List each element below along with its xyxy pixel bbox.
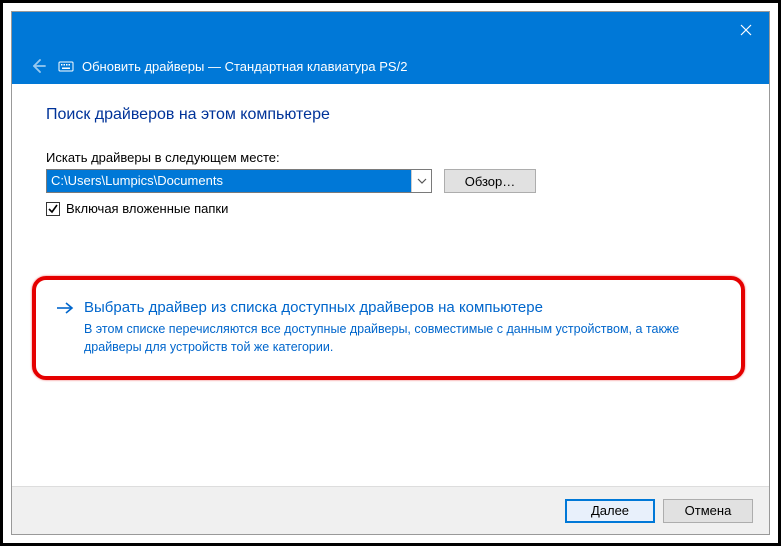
back-arrow-icon <box>28 56 48 76</box>
wizard-footer: Далее Отмена <box>12 486 769 534</box>
keyboard-icon <box>58 58 74 74</box>
next-button-label: Далее <box>591 503 629 518</box>
checkmark-icon <box>47 203 59 215</box>
include-subfolders-checkbox[interactable] <box>46 202 60 216</box>
chevron-down-icon <box>417 178 427 184</box>
pick-from-list-link[interactable]: Выбрать драйвер из списка доступных драй… <box>56 298 721 356</box>
next-button[interactable]: Далее <box>565 499 655 523</box>
driver-path-combobox[interactable]: C:\Users\Lumpics\Documents <box>46 169 432 193</box>
cancel-button[interactable]: Отмена <box>663 499 753 523</box>
combobox-dropdown-button[interactable] <box>411 170 431 192</box>
pick-from-list-title: Выбрать драйвер из списка доступных драй… <box>84 298 721 318</box>
back-button[interactable] <box>26 54 50 78</box>
pick-from-list-description: В этом списке перечисляются все доступны… <box>84 321 721 356</box>
arrow-right-icon <box>56 300 74 321</box>
annotation-highlight: Выбрать драйвер из списка доступных драй… <box>32 276 745 380</box>
wizard-header: Обновить драйверы — Стандартная клавиату… <box>12 48 769 84</box>
close-icon <box>740 24 752 36</box>
wizard-content: Поиск драйверов на этом компьютере Искат… <box>12 84 769 486</box>
browse-button[interactable]: Обзор… <box>444 169 536 193</box>
cancel-button-label: Отмена <box>685 503 732 518</box>
browse-button-label: Обзор… <box>465 174 516 189</box>
close-button[interactable] <box>723 12 769 48</box>
driver-path-value: C:\Users\Lumpics\Documents <box>47 170 411 192</box>
path-label: Искать драйверы в следующем месте: <box>46 150 735 165</box>
titlebar <box>12 12 769 48</box>
page-heading: Поиск драйверов на этом компьютере <box>46 106 735 124</box>
wizard-title: Обновить драйверы — Стандартная клавиату… <box>82 59 407 74</box>
include-subfolders-label: Включая вложенные папки <box>66 201 228 216</box>
